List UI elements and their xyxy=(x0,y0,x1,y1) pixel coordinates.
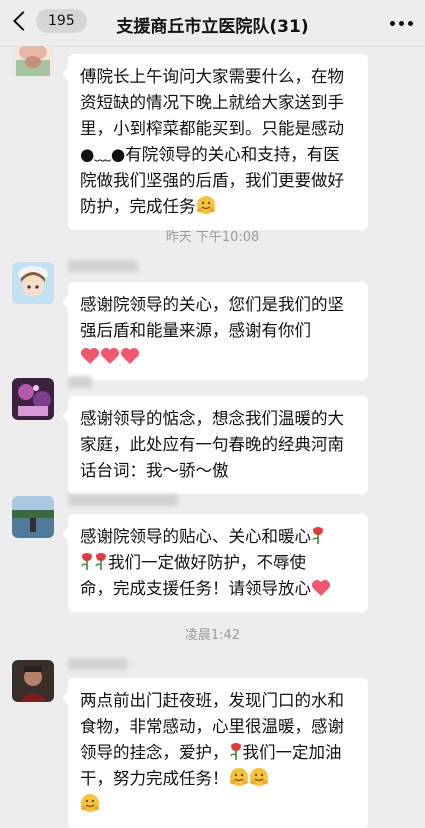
message-text: 傅院长上午询问大家需要什么，在物资短缺的情况下晚上就给大家送到手里，小到榨菜都能… xyxy=(80,67,344,216)
message-bubble[interactable]: 两点前出门赶夜班，发现门口的水和食物，非常感动，心里很温暖，感谢领导的挂念，爱护… xyxy=(62,678,368,828)
chat-title: 支援商丘市立医院队(31) xyxy=(116,17,309,37)
dot-icon xyxy=(390,21,395,26)
hugging-face-icon xyxy=(249,768,268,786)
chat-header: 195 支援商丘市立医院队(31) xyxy=(0,0,425,47)
avatar[interactable] xyxy=(12,262,54,304)
more-options-button[interactable] xyxy=(390,21,413,26)
rose-icon xyxy=(81,553,92,570)
message-text: 感谢领导的惦念，想念我们温暖的大家庭，此处应有一句春晚的经典河南话台词：我～骄～… xyxy=(80,409,344,480)
message-text: 感谢院领导的关心，您们是我们的坚强后盾和能量来源，感谢有你们 xyxy=(80,295,344,340)
heart-icon xyxy=(81,348,99,364)
message-text: 感谢院领导的贴心、关心和暖心 xyxy=(80,527,311,546)
heart-icon xyxy=(312,580,330,596)
hugging-face-icon xyxy=(196,196,215,214)
dot-icon xyxy=(399,21,404,26)
heart-icon xyxy=(101,348,119,364)
dot-icon xyxy=(408,21,413,26)
message-bubble[interactable]: 感谢领导的惦念，想念我们温暖的大家庭，此处应有一句春晚的经典河南话台词：我～骄～… xyxy=(62,396,368,494)
avatar[interactable] xyxy=(12,378,54,420)
sender-name xyxy=(68,658,128,670)
timestamp: 昨天 下午10:08 xyxy=(165,230,260,245)
rose-icon xyxy=(312,527,323,544)
message-bubble[interactable]: 感谢院领导的关心，您们是我们的坚强后盾和能量来源，感谢有你们 xyxy=(62,282,368,380)
sender-name xyxy=(68,376,92,388)
message-text: 命，完成支援任务！请领导放心 xyxy=(80,579,311,598)
avatar[interactable] xyxy=(12,660,54,702)
sender-name xyxy=(68,494,178,506)
message-bubble[interactable]: 感谢院领导的贴心、关心和暖心 我们一定做好防护，不辱使 命，完成支援任务！请领导… xyxy=(62,514,368,612)
rose-icon xyxy=(229,743,241,760)
heart-icon xyxy=(121,348,139,364)
message-text: 我们一定做好防护，不辱使 xyxy=(108,553,306,572)
hugging-face-icon xyxy=(81,794,99,812)
hugging-face-icon xyxy=(229,768,248,786)
message-bubble[interactable]: 傅院长上午询问大家需要什么，在物资短缺的情况下晚上就给大家送到手里，小到榨菜都能… xyxy=(62,54,368,230)
sender-name xyxy=(68,260,138,272)
avatar[interactable] xyxy=(12,496,54,538)
timestamp: 凌晨1:42 xyxy=(184,628,241,643)
avatar[interactable] xyxy=(12,46,54,76)
rose-icon xyxy=(95,553,106,570)
